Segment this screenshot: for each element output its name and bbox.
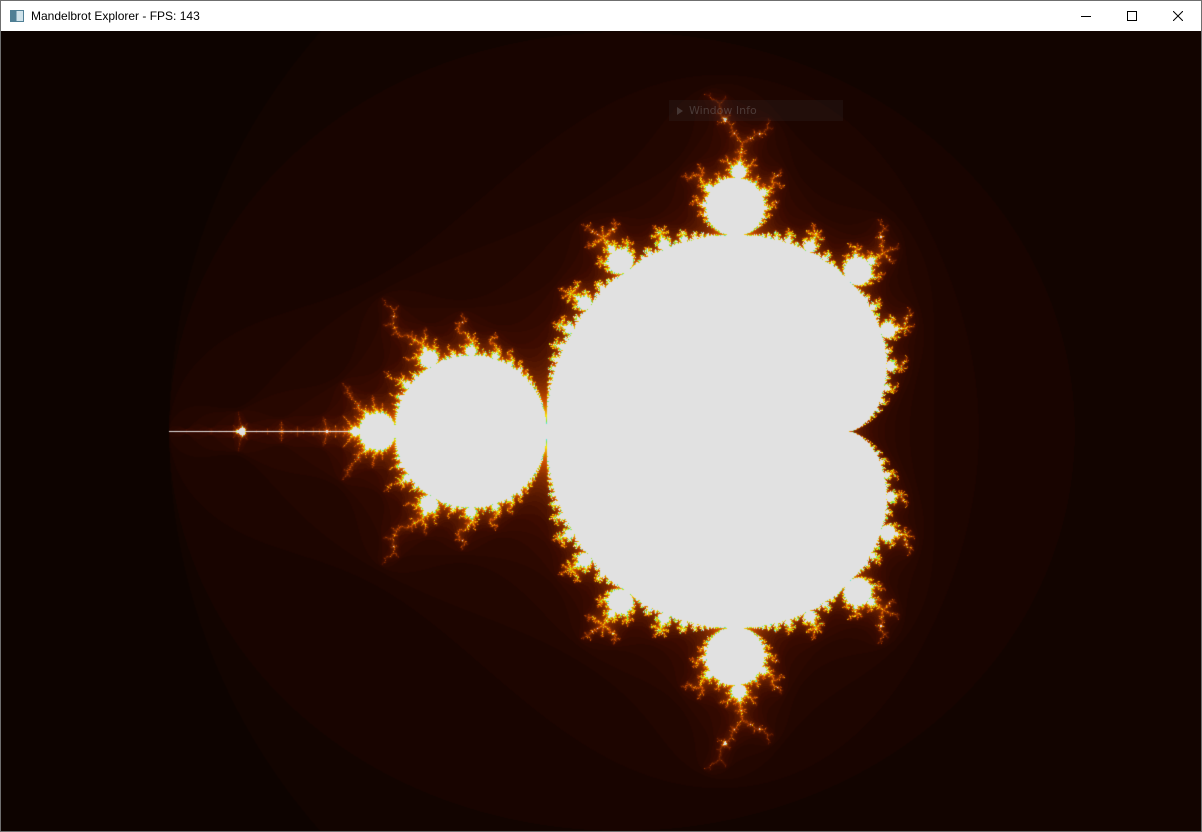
collapse-arrow-icon[interactable] xyxy=(677,106,683,115)
title-bar[interactable]: Mandelbrot Explorer - FPS: 143 xyxy=(1,1,1201,31)
minimize-button[interactable] xyxy=(1063,1,1109,31)
app-window-icon xyxy=(10,10,24,22)
mandelbrot-canvas[interactable] xyxy=(1,31,1201,831)
close-icon xyxy=(1173,11,1183,21)
maximize-button[interactable] xyxy=(1109,1,1155,31)
caption-buttons xyxy=(1063,1,1201,31)
maximize-icon xyxy=(1127,11,1137,21)
close-button[interactable] xyxy=(1155,1,1201,31)
window-info-panel[interactable]: Window Info xyxy=(669,100,843,121)
app-window: Mandelbrot Explorer - FPS: 143 Window In… xyxy=(0,0,1202,832)
window-title: Mandelbrot Explorer - FPS: 143 xyxy=(31,9,200,23)
minimize-icon xyxy=(1081,16,1091,17)
window-info-title: Window Info xyxy=(689,104,757,117)
render-viewport[interactable]: Window Info xyxy=(1,31,1201,831)
